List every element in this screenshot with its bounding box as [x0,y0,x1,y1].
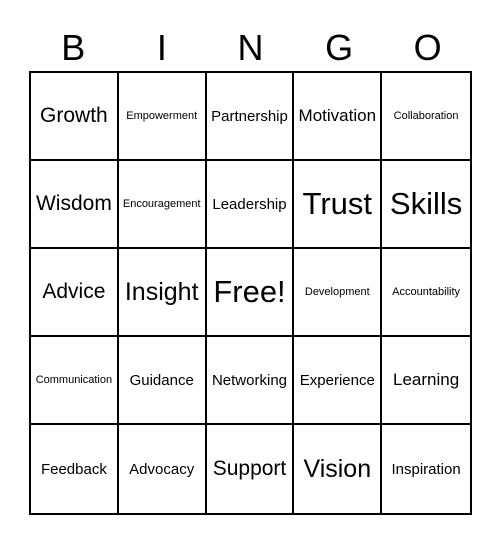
bingo-cell[interactable]: Feedback [31,425,119,513]
bingo-cell-label: Networking [211,371,287,389]
bingo-cell-label: Wisdom [35,192,112,215]
bingo-cell[interactable]: Development [294,249,383,337]
bingo-cell-label: Support [212,457,287,480]
bingo-cell[interactable]: Leadership [206,161,295,249]
bingo-cell-label: Communication [35,374,113,386]
bingo-cell-label: Collaboration [393,110,459,122]
bingo-cell[interactable]: Wisdom [31,161,119,249]
bingo-cell-label: Leadership [212,195,287,213]
bingo-cell-label: Motivation [298,106,377,125]
bingo-cell[interactable]: Networking [206,337,295,425]
bingo-cell-label: Advice [42,280,106,303]
bingo-cell[interactable]: Growth [31,73,119,161]
bingo-cell[interactable]: Vision [294,425,383,513]
free-space-cell[interactable]: Free! [206,249,295,337]
bingo-cell-label: Inspiration [391,460,461,478]
bingo-cell[interactable]: Skills [382,161,470,249]
bingo-cell[interactable]: Insight [118,249,207,337]
bingo-cell[interactable]: Guidance [118,337,207,425]
bingo-cell-label: Empowerment [126,110,198,122]
bingo-cell-label: Vision [303,454,372,483]
bingo-cell[interactable]: Accountability [382,249,470,337]
bingo-cell-label: Insight [124,277,199,306]
bingo-header: B I N G O [29,26,472,70]
bingo-cell[interactable]: Learning [382,337,470,425]
bingo-cell-label: Guidance [129,371,194,389]
bingo-cell[interactable]: Support [207,425,295,513]
bingo-cell-label: Feedback [40,460,107,478]
bingo-cell-label: Partnership [211,107,288,125]
bingo-cell[interactable]: Trust [294,161,383,249]
bingo-cell[interactable]: Advocacy [119,425,207,513]
bingo-cell[interactable]: Collaboration [382,73,470,161]
header-letter-b: B [61,27,86,68]
bingo-cell[interactable]: Encouragement [118,161,207,249]
bingo-cell-label: Experience [299,371,375,389]
bingo-cell-label: Skills [389,186,463,221]
bingo-cell[interactable]: Experience [294,337,383,425]
bingo-cell[interactable]: Advice [31,249,119,337]
bingo-cell[interactable]: Communication [31,337,119,425]
bingo-cell-label: Accountability [392,286,461,298]
header-letter-i: I [156,27,167,68]
bingo-cell[interactable]: Empowerment [118,73,207,161]
header-letter-g: G [325,27,354,68]
header-letter-n: N [237,27,264,68]
bingo-cell[interactable]: Inspiration [382,425,470,513]
bingo-cell-label: Learning [393,370,460,389]
bingo-cell-label: Growth [40,104,108,127]
bingo-cell[interactable]: Motivation [294,73,383,161]
bingo-cell-label: Free! [213,274,286,309]
bingo-cell-label: Development [304,286,370,298]
bingo-cell-label: Encouragement [122,198,201,210]
bingo-cell[interactable]: Partnership [206,73,295,161]
bingo-cell-label: Trust [302,186,373,221]
bingo-cell-label: Advocacy [129,460,195,478]
header-letter-o: O [413,27,442,68]
bingo-card-grid: Growth Empowerment Partnership Motivation Co… [29,71,472,515]
